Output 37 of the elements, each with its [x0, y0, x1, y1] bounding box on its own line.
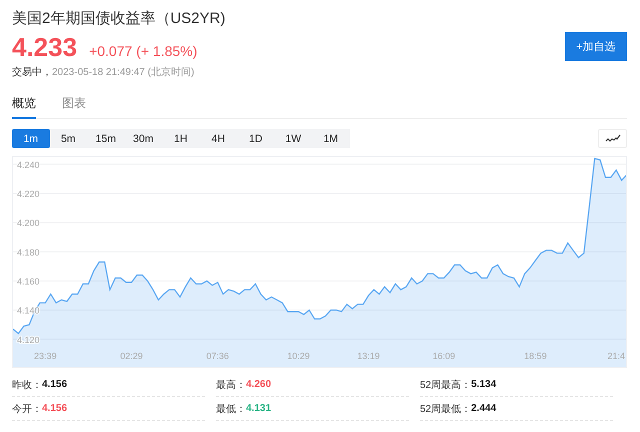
axis-label: 02:29: [120, 351, 143, 361]
price: 4.233: [12, 32, 78, 63]
axis-label: 16:09: [432, 351, 456, 361]
axis-label: 4.180: [17, 247, 40, 258]
axis-label: 4.200: [17, 218, 40, 228]
period-button[interactable]: 1m: [12, 129, 50, 148]
axis-label: 4.160: [17, 276, 40, 286]
stat-label: 52周最低：: [420, 402, 472, 416]
page-title: 美国2年期国债收益率（US2YR): [12, 9, 226, 29]
axis-label: 21:4: [607, 351, 625, 361]
axis-label: 4.240: [17, 160, 40, 170]
stat-label: 最低：: [216, 402, 246, 416]
axis-label: 18:59: [524, 351, 547, 361]
stat-label: 今开：: [12, 402, 42, 416]
stat-value: 4.260: [246, 379, 272, 390]
axis-label: 23:39: [34, 351, 57, 361]
line-chart-icon: [604, 134, 620, 143]
stat-value: 2.444: [471, 403, 496, 414]
stat-value: 4.156: [42, 379, 68, 390]
tab[interactable]: 概览: [12, 91, 36, 119]
tab[interactable]: 图表: [62, 91, 86, 119]
timestamp: 2023-05-18 21:49:47 (北京时间): [52, 66, 194, 79]
add-watchlist-button[interactable]: +加自选: [565, 32, 627, 61]
stat-label: 最高：: [216, 378, 246, 392]
axis-label: 4.120: [17, 334, 40, 345]
stat-value: 4.156: [42, 403, 68, 414]
axis-label: 07:36: [206, 351, 229, 361]
stat-label: 昨收：: [12, 378, 42, 392]
stat-value: 4.131: [246, 403, 272, 414]
chart-type-button[interactable]: [598, 129, 627, 148]
stat-value: 5.134: [471, 379, 496, 390]
axis-label: 4.220: [17, 188, 40, 199]
stat-label: 52周最高：: [420, 378, 472, 392]
price-change: +0.077 (+ 1.85%): [89, 43, 198, 59]
trading-status: 交易中，: [12, 66, 52, 79]
axis-label: 10:29: [287, 351, 310, 361]
axis-label: 13:19: [357, 351, 380, 361]
